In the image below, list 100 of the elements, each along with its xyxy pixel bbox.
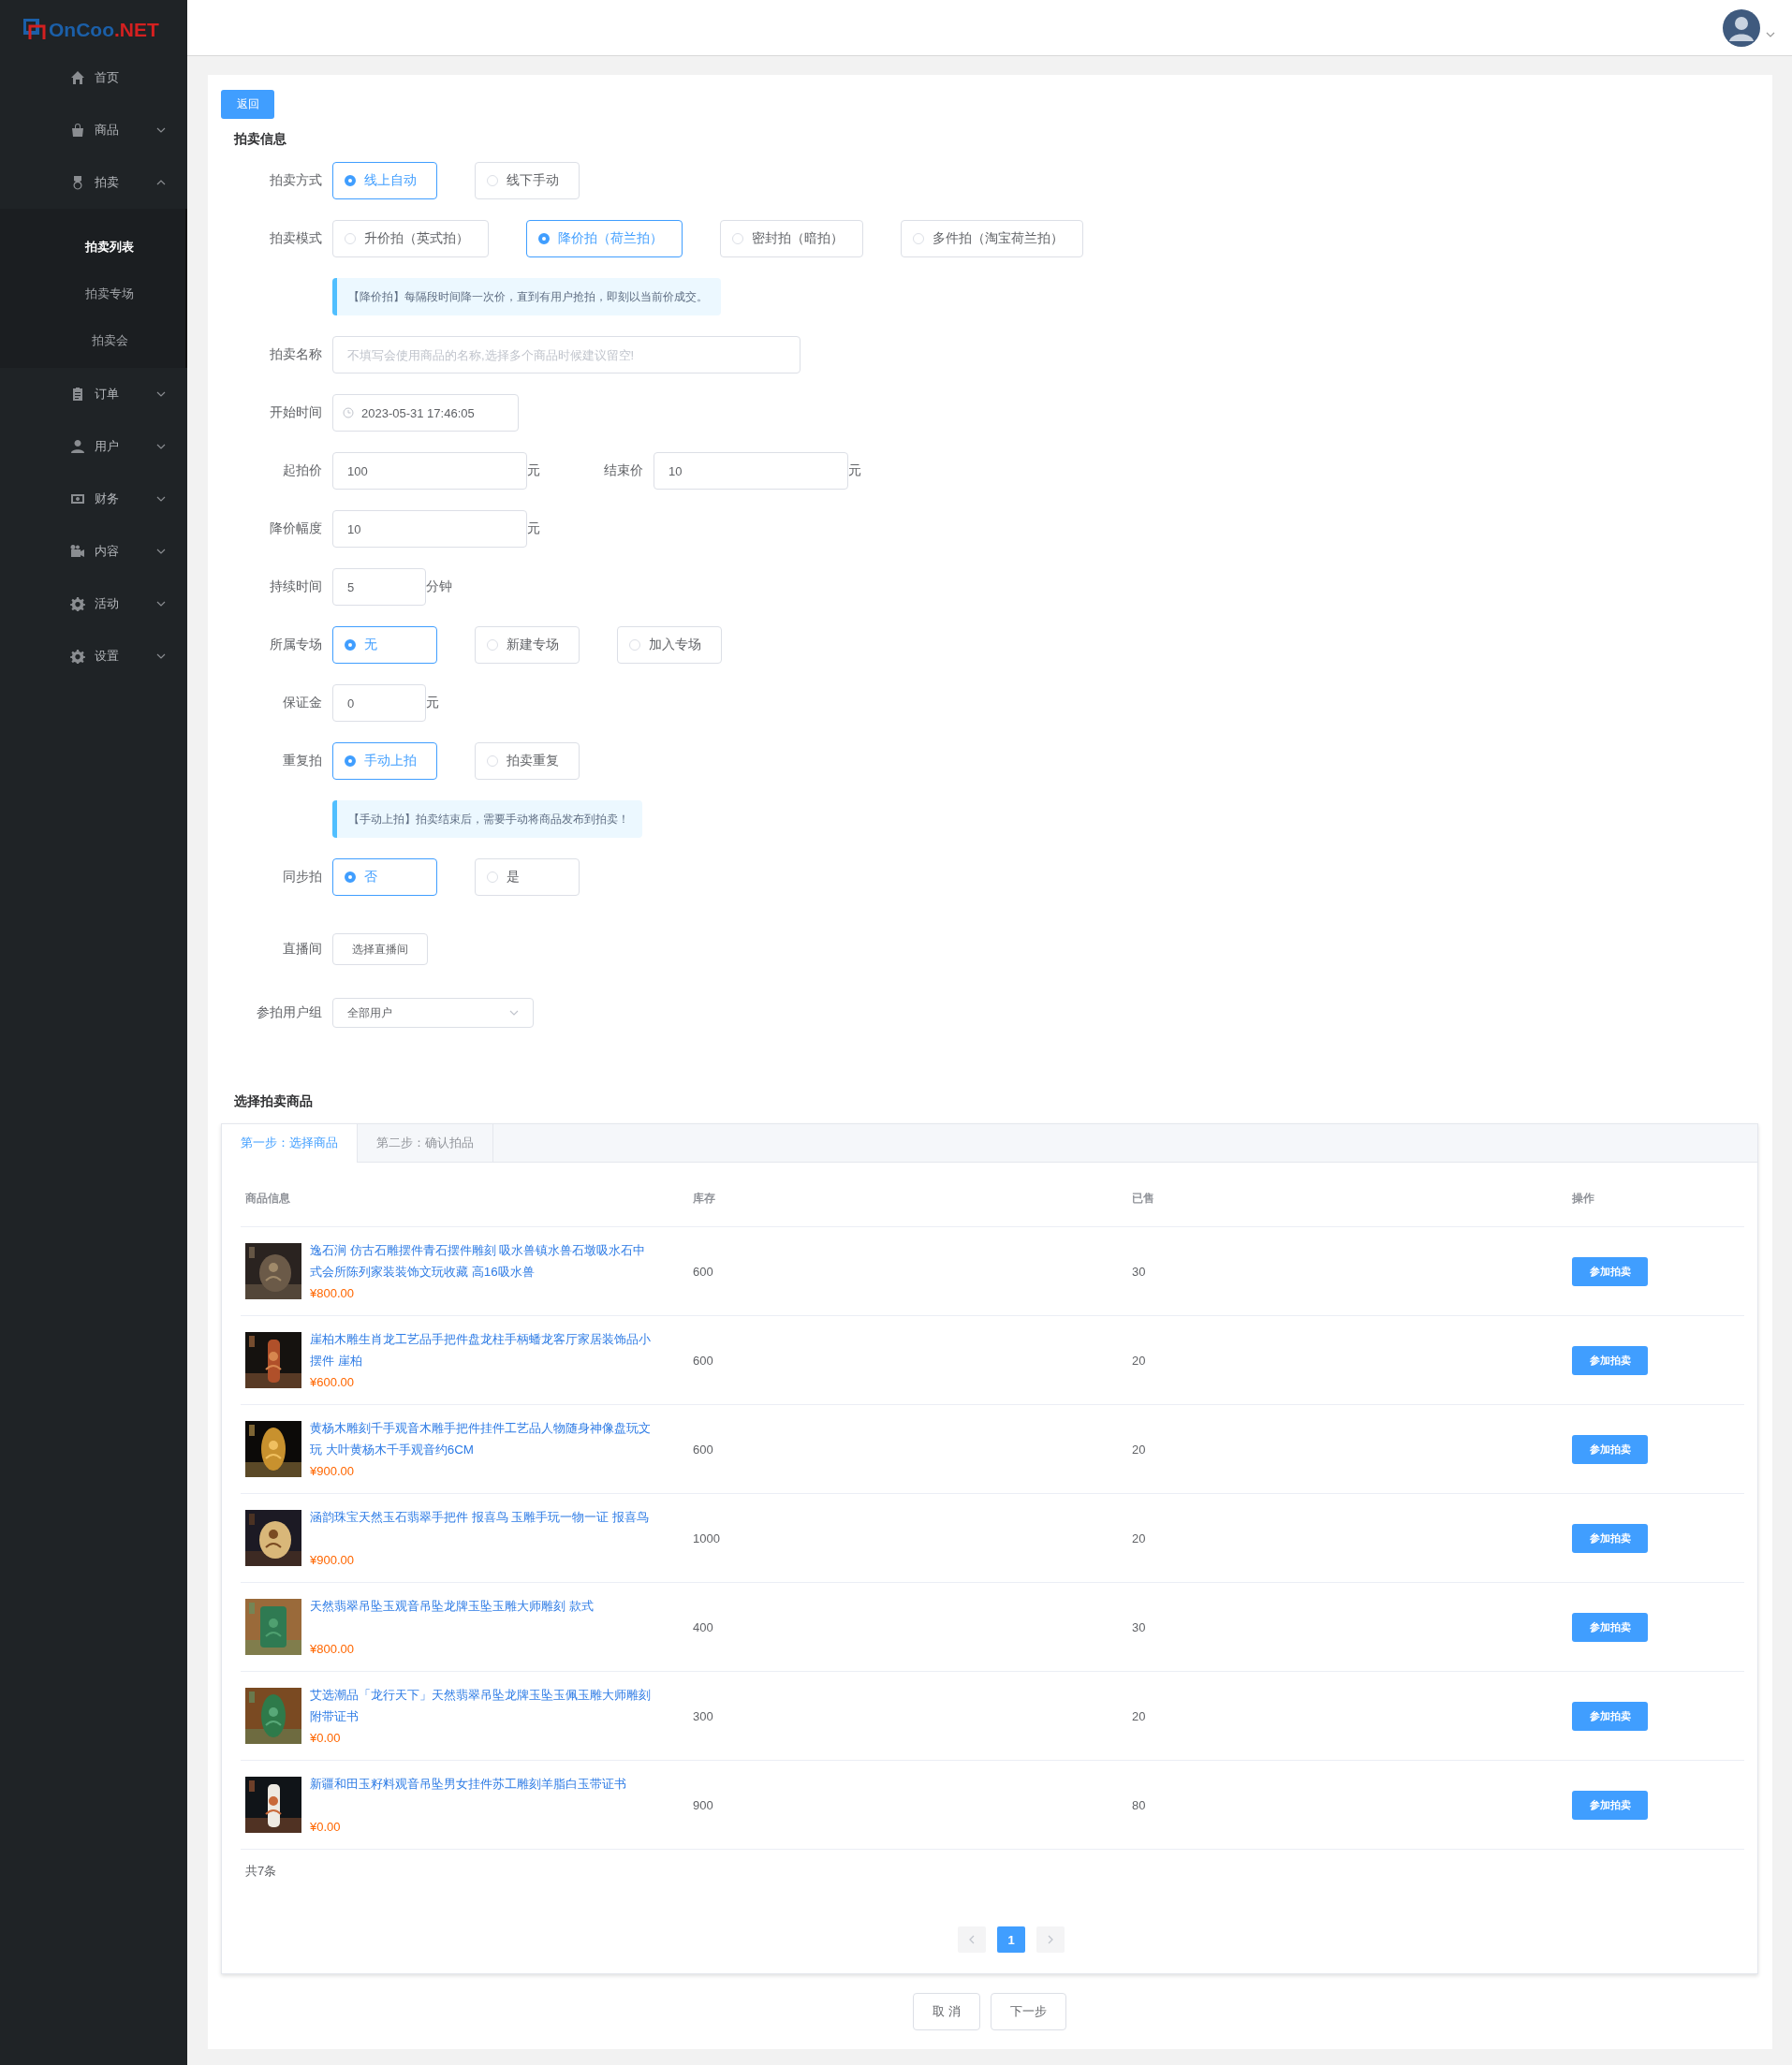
product-price: ¥600.00	[310, 1373, 355, 1391]
column-header: 已售	[1132, 1191, 1154, 1205]
unit-label: 元	[527, 462, 540, 479]
radio-option[interactable]: 多件拍（淘宝荷兰拍）	[901, 220, 1083, 257]
gear-icon	[70, 596, 85, 611]
product-title-link[interactable]: 天然翡翠吊坠玉观音吊坠龙牌玉坠玉雕大师雕刻 款式	[310, 1594, 653, 1617]
caret-icon	[509, 1010, 519, 1016]
radio-option[interactable]: 线下手动	[475, 162, 580, 199]
field-label: 直播间	[283, 941, 322, 956]
radio-option[interactable]: 升价拍（英式拍）	[332, 220, 489, 257]
chevron-icon	[156, 127, 166, 133]
table-cell: 600	[693, 1264, 713, 1279]
unit-label: 元	[527, 520, 540, 537]
field-label: 所属专场	[270, 637, 322, 652]
section-title: 选择拍卖商品	[234, 1092, 314, 1110]
input-field[interactable]: 10	[332, 510, 527, 548]
field-label: 持续时间	[270, 578, 322, 593]
product-price: ¥900.00	[310, 1551, 355, 1569]
field-label: 拍卖方式	[270, 172, 322, 187]
product-title-link[interactable]: 崖柏木雕生肖龙工艺品手把件盘龙柱手柄蟠龙客厅家居装饰品小摆件 崖柏	[310, 1327, 653, 1371]
table-cell: 20	[1132, 1353, 1146, 1368]
nav-item[interactable]: 财务	[0, 473, 187, 525]
radio-option[interactable]: 是	[475, 858, 580, 896]
field-label: 重复拍	[283, 753, 322, 768]
field-label: 拍卖名称	[270, 346, 322, 361]
total-count: 共7条	[244, 1863, 278, 1880]
field-label: 起拍价	[283, 462, 322, 477]
chevron-icon	[156, 601, 166, 607]
nav-item[interactable]: 商品	[0, 104, 187, 156]
column-header: 商品信息	[245, 1191, 290, 1205]
input-field[interactable]: 0	[332, 684, 426, 722]
chevron-icon	[156, 391, 166, 397]
chevron-right-icon	[1047, 1935, 1054, 1944]
unit-label: 元	[848, 462, 861, 479]
clock-icon	[343, 407, 354, 418]
input-field[interactable]: 5	[332, 568, 426, 606]
nav-item[interactable]: 设置	[0, 630, 187, 682]
product-price: ¥0.00	[310, 1729, 342, 1747]
input-field[interactable]: 10	[654, 452, 848, 490]
field-label: 结束价	[603, 462, 644, 479]
nav-item[interactable]: 用户	[0, 420, 187, 473]
select-field[interactable]: 全部用户	[332, 998, 534, 1028]
select-live-room-button[interactable]: 选择直播间	[332, 933, 428, 965]
field-label: 保证金	[283, 695, 322, 710]
input-field[interactable]: 100	[332, 452, 527, 490]
column-header: 库存	[693, 1191, 715, 1205]
chevron-icon	[156, 496, 166, 502]
product-title-link[interactable]: 涵韵珠宝天然玉石翡翠手把件 报喜鸟 玉雕手玩一物一证 报喜鸟	[310, 1505, 653, 1528]
product-price: ¥800.00	[310, 1284, 355, 1302]
field-label: 同步拍	[283, 869, 322, 884]
next-step-button[interactable]: 下一步	[990, 1993, 1066, 2030]
camera-icon	[70, 544, 85, 559]
gear-icon	[70, 649, 85, 664]
logo-text: OnCoo.NET	[49, 19, 159, 41]
wallet-icon	[70, 491, 85, 506]
hint-box: 【手动上拍】拍卖结束后，需要手动将商品发布到拍卖！	[332, 800, 642, 838]
hint-box: 【降价拍】每隔段时间降一次价，直到有用户抢拍，即刻以当前价成交。	[332, 278, 721, 315]
chevron-icon	[156, 549, 166, 554]
product-title-link[interactable]: 逸石涧 仿古石雕摆件青石摆件雕刻 吸水兽镇水兽石墩吸水石中式会所陈列家装装饰文玩收藏 高16吸水兽	[310, 1238, 653, 1282]
radio-option[interactable]: 拍卖重复	[475, 742, 580, 780]
product-price: ¥800.00	[310, 1640, 355, 1658]
nav-item[interactable]: 活动	[0, 578, 187, 630]
table-cell: 20	[1132, 1530, 1146, 1545]
chevron-icon	[156, 653, 166, 659]
field-label: 降价幅度	[270, 520, 322, 535]
radio-option[interactable]: 密封拍（暗拍）	[720, 220, 863, 257]
radio-option[interactable]: 新建专场	[475, 626, 580, 664]
submenu-item[interactable]: 拍卖列表	[0, 224, 185, 271]
chevron-icon	[156, 444, 166, 449]
nav-item[interactable]: 拍卖	[0, 156, 187, 209]
clipboard-icon	[70, 387, 85, 402]
nav-item[interactable]: 内容	[0, 525, 187, 578]
table-cell: 900	[693, 1797, 713, 1812]
person-icon	[70, 439, 85, 454]
column-header: 操作	[1572, 1191, 1594, 1205]
product-title-link[interactable]: 新疆和田玉籽料观音吊坠男女挂件苏工雕刻羊脂白玉带证书	[310, 1772, 653, 1794]
cancel-button[interactable]: 取 消	[913, 1993, 980, 2030]
avatar-icon[interactable]	[1723, 8, 1760, 47]
table-cell: 400	[693, 1619, 713, 1634]
product-price: ¥0.00	[310, 1818, 342, 1836]
caret-icon[interactable]	[1766, 31, 1775, 37]
radio-option[interactable]: 加入专场	[617, 626, 722, 664]
table-cell: 300	[693, 1708, 713, 1723]
product-price: ¥900.00	[310, 1462, 355, 1480]
submenu-item[interactable]: 拍卖专场	[0, 271, 185, 317]
table-cell: 600	[693, 1442, 713, 1457]
table-cell: 600	[693, 1353, 713, 1368]
product-title-link[interactable]: 黄杨木雕刻千手观音木雕手把件挂件工艺品人物随身神像盘玩文玩 大叶黄杨木千手观音约6CM	[310, 1416, 653, 1460]
logo-icon	[23, 19, 46, 41]
date-field[interactable]: 2023-05-31 17:46:05	[332, 394, 519, 432]
chevron-icon	[156, 180, 166, 185]
bag-icon	[70, 123, 85, 138]
table-cell: 20	[1132, 1442, 1146, 1457]
chevron-left-icon	[968, 1935, 976, 1944]
input-field[interactable]: 不填写会使用商品的名称,选择多个商品时候建议留空!	[332, 336, 801, 373]
unit-label: 元	[426, 695, 439, 711]
nav-item[interactable]: 首页	[0, 51, 187, 104]
nav-item[interactable]: 订单	[0, 368, 187, 420]
product-title-link[interactable]: 艾选潮品「龙行天下」天然翡翠吊坠龙牌玉坠玉佩玉雕大师雕刻附带证书	[310, 1683, 653, 1727]
submenu-item[interactable]: 拍卖会	[0, 317, 185, 364]
